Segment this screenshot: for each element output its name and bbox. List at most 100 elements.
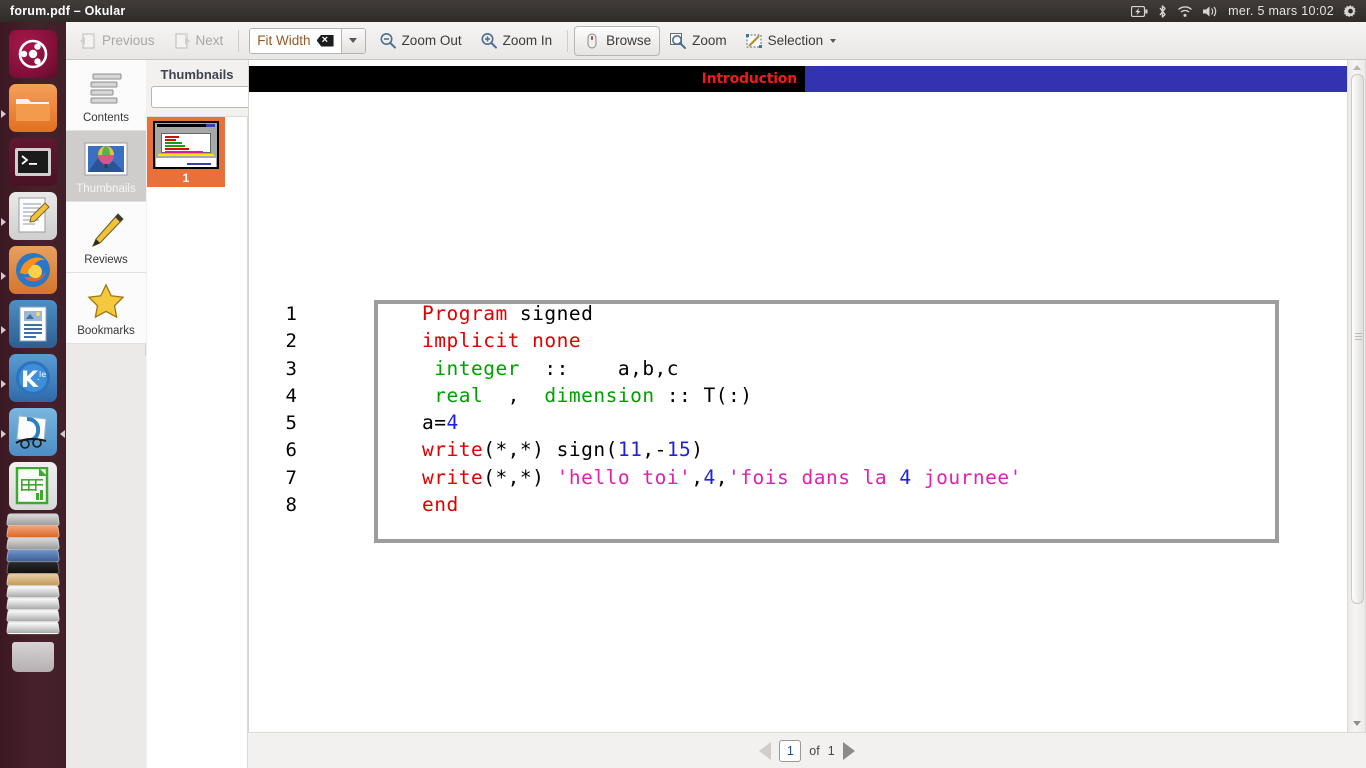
svg-text:le: le [39,370,46,379]
zoom-tool-icon [669,32,687,50]
thumb-code-line [165,139,176,141]
toolbar-separator [567,29,569,52]
stack-plate [6,585,60,599]
thumb-code-line [165,136,179,138]
code-line: 6 write(*,*) sign(11,-15) [249,436,1347,463]
code-line-text: implicit none [307,327,581,354]
chevron-down-icon [349,38,358,43]
ubuntu-dash-icon[interactable] [9,30,57,78]
scrollbar-grip-icon [1355,333,1362,340]
zoom-select[interactable]: Fit Width [249,27,366,54]
launcher-item-kile[interactable]: K. le [0,354,66,402]
wifi-icon[interactable] [1177,5,1193,18]
code-token: journee' [911,465,1022,489]
code-line-number: 2 [285,330,297,353]
gear-icon[interactable] [1343,4,1358,19]
next-page-arrow-icon[interactable] [842,741,855,760]
sidebar-item-reviews-label: Reviews [84,254,128,266]
okular-sidebar: Contents Thumbnails Reviews Bookmarks [66,60,146,768]
zoom-in-button[interactable]: Zoom In [471,26,562,56]
previous-page-arrow-icon[interactable] [759,741,772,760]
volume-icon[interactable] [1202,5,1219,18]
launcher-item-impress[interactable] [0,300,66,348]
pdf-page: Introduction 1 Program signed 2 implicit no… [249,60,1347,732]
clear-icon[interactable] [316,34,334,47]
code-line: 2 implicit none [249,327,1347,354]
code-line: 1 Program signed [249,300,1347,327]
previous-page-icon [79,32,97,50]
launcher-item-firefox[interactable] [0,246,66,294]
zoom-select-arrow[interactable] [340,28,365,53]
zoom-tool-button[interactable]: Zoom [660,26,736,56]
selection-tool-label: Selection [767,33,824,48]
code-token: write [422,438,484,462]
code-token: 15 [666,438,692,462]
thumb-code-line [165,145,185,147]
scroll-down-arrow-icon[interactable] [1353,721,1361,726]
document-view[interactable]: Introduction 1 Program signed 2 implicit no… [248,60,1347,732]
code-line: 5 a=4 [249,409,1347,436]
code-token: :: T(:) [654,383,753,407]
libreoffice-impress-icon[interactable] [9,300,57,348]
code-token: 'fois dans la [728,465,900,489]
launcher-item-terminal[interactable] [0,138,66,186]
sidebar-item-thumbnails[interactable]: Thumbnails [66,131,146,202]
previous-button[interactable]: Previous [70,26,164,56]
sidebar-item-bookmarks[interactable]: Bookmarks [66,273,146,344]
sidebar-item-contents[interactable]: Contents [66,60,146,131]
okular-icon[interactable] [9,408,57,456]
launcher-item-files[interactable] [0,84,66,132]
thumbnail-page-1[interactable]: 1 [147,117,225,187]
launcher-item-ubuntu[interactable] [0,30,66,78]
launcher-item-text-editor[interactable] [0,192,66,240]
document-scrollbar-thumb[interactable] [1351,74,1364,604]
bluetooth-icon[interactable] [1157,4,1168,19]
files-icon[interactable] [9,84,57,132]
firefox-icon[interactable] [9,246,57,294]
battery-icon[interactable] [1131,5,1148,17]
running-indicator-icon [1,272,6,280]
launcher-stack[interactable] [6,513,60,635]
code-token: 4 [899,465,912,489]
code-line: 4 real , dimension :: T(:) [249,382,1347,409]
thumbnails-icon [84,139,128,179]
text-editor-icon[interactable] [9,192,57,240]
browse-tool-button[interactable]: Browse [574,25,661,56]
thumb-code-line [165,151,203,153]
terminal-icon[interactable] [9,138,57,186]
banner-blue-section [805,66,1347,92]
current-page-input[interactable]: 1 [779,739,802,762]
code-token: write [422,465,484,489]
thumbnails-list[interactable]: 1 [147,116,247,768]
thumbnails-title: Thumbnails [160,67,234,82]
pencil-icon [84,210,128,250]
selection-tool-button[interactable]: Selection [736,26,846,56]
code-line-text: write(*,*) 'hello toi',4,'fois dans la 4… [307,464,1022,491]
code-token: ) [691,438,704,462]
chevron-down-icon[interactable] [830,38,837,43]
code-token: implicit none [422,329,582,353]
zoom-out-button[interactable]: Zoom Out [370,26,471,56]
zoom-in-icon [480,32,498,50]
clock[interactable]: mer. 5 mars 10:02 [1228,4,1334,18]
zoom-out-label: Zoom Out [401,33,462,48]
previous-button-label: Previous [102,33,155,48]
top-panel: forum.pdf – Okular mer. 5 mars 10:02 [0,0,1366,22]
code-token: ,- [642,438,667,462]
running-indicator-icon [1,430,6,438]
okular-window: Previous Next Fit Width Zoom Out [66,22,1366,768]
code-line-text: Program signed [307,300,593,327]
next-button[interactable]: Next [164,26,233,56]
trash-icon[interactable] [12,642,54,672]
kile-icon[interactable]: K. le [9,354,57,402]
zoom-select-value-wrap[interactable]: Fit Width [250,28,341,53]
scroll-up-arrow-icon[interactable] [1353,65,1361,70]
code-line-text: real , dimension :: T(:) [307,382,753,409]
sidebar-filler [66,356,146,768]
document-scrollbar[interactable] [1347,60,1366,732]
launcher-item-calc[interactable] [0,462,66,510]
okular-toolbar: Previous Next Fit Width Zoom Out [66,22,1366,60]
libreoffice-calc-icon[interactable] [9,462,57,510]
launcher-item-okular[interactable] [0,408,66,456]
sidebar-item-reviews[interactable]: Reviews [66,202,146,273]
